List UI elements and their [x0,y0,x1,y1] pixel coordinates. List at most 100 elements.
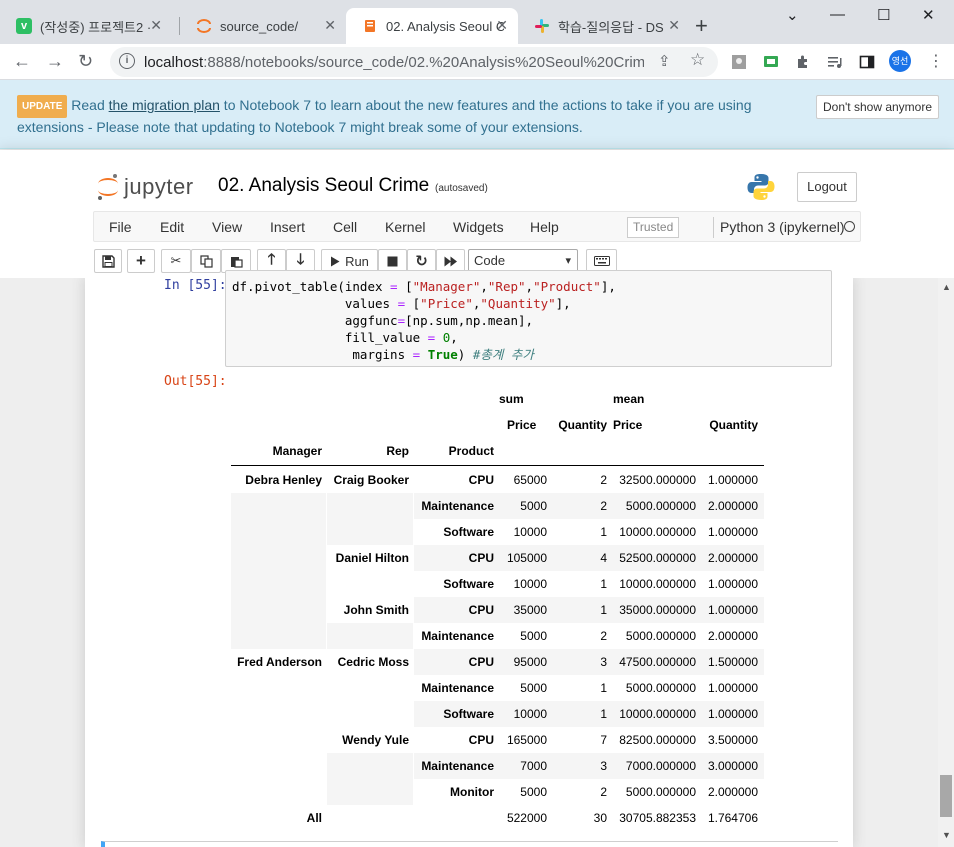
row-index-rep: Cedric Moss [337,655,409,669]
cell-mean-quantity: 1.500000 [707,655,758,669]
info-icon[interactable]: i [119,53,135,69]
menu-edit[interactable]: Edit [160,219,184,235]
code-text[interactable]: df.pivot_table(index = ["Manager","Rep",… [232,278,616,363]
menu-view[interactable]: View [212,219,242,235]
stop-icon [387,256,398,266]
browser-tab-source-code[interactable]: source_code/ ✕ [180,8,346,44]
cell-mean-quantity: 2.000000 [707,629,758,643]
close-icon[interactable]: ✕ [668,17,680,34]
cell-mean-quantity: 1.000000 [707,525,758,539]
logout-button[interactable]: Logout [797,172,857,202]
cell-sum-price: 165000 [506,733,547,747]
row-index-manager: Fred Anderson [237,655,322,669]
menu-kernel[interactable]: Kernel [385,219,425,235]
cell-sum-quantity: 2 [600,499,607,513]
cell-mean-quantity: 1.000000 [707,681,758,695]
cell-sum-quantity: 1 [600,603,607,617]
cut-button[interactable]: ✂ [161,249,191,273]
chevron-down-icon: ▾ [565,255,571,267]
minimize-button[interactable]: — [830,6,845,23]
profile-avatar[interactable]: 영선 [889,50,911,72]
address-bar[interactable]: i localhost:8888/notebooks/source_code/0… [110,47,718,77]
code-cell-editor[interactable]: df.pivot_table(index = ["Manager","Rep",… [225,270,832,367]
notebook-title[interactable]: 02. Analysis Seoul Crime [218,175,429,197]
banner-message: UPDATE Read the migration plan to Notebo… [17,95,752,135]
menu-widgets[interactable]: Widgets [453,219,504,235]
cell-sum-quantity: 1 [600,577,607,591]
cell-mean-quantity: 2.000000 [707,551,758,565]
kernel-name[interactable]: Python 3 (ipykernel) [720,219,845,235]
browser-tab-project[interactable]: v (작성중) 프로젝트2 · ✕ [0,8,172,44]
browser-tab-notebook[interactable]: 02. Analysis Seoul C ✕ [346,8,518,44]
cell-sum-price: 35000 [513,603,547,617]
menu-help[interactable]: Help [530,219,559,235]
cell-sum-quantity: 7 [600,733,607,747]
trusted-indicator[interactable]: Trusted [627,217,680,238]
plus-icon: + [136,251,146,270]
maximize-button[interactable]: ☐ [877,6,890,24]
cell-mean-price: 35000.000000 [619,603,696,617]
tab-label: source_code/ [220,18,299,34]
column-header: Price [613,418,643,432]
cell-mean-quantity: 1.000000 [707,577,758,591]
menu-file[interactable]: File [109,219,132,235]
column-group-mean: mean [613,392,645,406]
merged-index-block [327,493,413,545]
url-text[interactable]: localhost:8888/notebooks/source_code/02.… [144,54,644,71]
cell-sum-price: 105000 [506,551,547,565]
cell-mean-quantity: 3.500000 [707,733,758,747]
cell-mean-quantity: 1.000000 [707,603,758,617]
cell-sum-price: 95000 [513,655,547,669]
run-label: Run [345,253,369,269]
browser-tab-slack[interactable]: 학습-질의응답 - DS ✕ [518,8,690,44]
browser-toolbar: ← → ↻ i localhost:8888/notebooks/source_… [0,44,954,80]
menu-bar: File Edit View Insert Cell Kernel Widget… [93,211,861,242]
next-cell-edge[interactable] [101,841,838,847]
save-button[interactable] [94,249,122,273]
jupyter-wordmark: jupyter [124,174,194,199]
close-icon[interactable]: ✕ [324,17,336,34]
cell-sum-quantity: 3 [600,759,607,773]
restart-icon: ↻ [415,253,428,270]
column-header: Quantity [709,418,758,432]
back-arrow-icon[interactable]: ← [13,51,31,72]
row-index-product: CPU [468,603,494,617]
row-index-rep: Wendy Yule [342,733,409,747]
insert-cell-button[interactable]: + [127,249,155,273]
row-index-product: CPU [468,655,494,669]
menu-cell[interactable]: Cell [333,219,357,235]
puzzle-icon[interactable] [795,54,811,70]
reload-icon[interactable]: ↻ [78,51,93,72]
cell-mean-price: 5000.000000 [625,785,696,799]
migration-plan-link[interactable]: the migration plan [109,97,220,113]
more-menu-icon[interactable]: ⋮ [928,51,944,71]
row-index-rep: John Smith [343,603,409,617]
scroll-up-icon[interactable]: ▲ [942,282,951,292]
close-icon[interactable]: ✕ [150,17,162,34]
cell-sum-price: 10000 [513,525,547,539]
jupyter-logo[interactable]: jupyter [97,173,194,201]
menu-insert[interactable]: Insert [270,219,305,235]
extension-screen-icon[interactable] [763,54,779,70]
column-header: Price [507,418,537,432]
chevron-down-icon[interactable]: ⌄ [786,6,799,24]
scroll-down-icon[interactable]: ▼ [942,830,951,840]
scrollbar-thumb[interactable] [940,775,952,817]
input-prompt: In [55]: [164,278,227,293]
row-index-manager: Debra Henley [245,473,322,487]
copy-button[interactable] [191,249,221,273]
close-icon[interactable]: ✕ [496,17,508,34]
vertical-scrollbar[interactable]: ▲ ▼ [938,278,954,847]
bookmark-star-icon[interactable]: ☆ [690,50,705,70]
extension-photo-icon[interactable] [731,54,747,70]
side-panel-icon[interactable] [859,54,875,70]
floppy-icon [101,254,115,268]
keyboard-icon [593,256,610,266]
cell-sum-price: 5000 [520,785,547,799]
share-icon[interactable]: ⇪ [658,52,671,70]
new-tab-button[interactable]: + [695,13,708,39]
forward-arrow-icon[interactable]: → [46,51,64,72]
media-queue-icon[interactable] [827,54,843,70]
dont-show-anymore-button[interactable]: Don't show anymore [816,95,940,119]
window-close-button[interactable]: ✕ [922,6,935,24]
